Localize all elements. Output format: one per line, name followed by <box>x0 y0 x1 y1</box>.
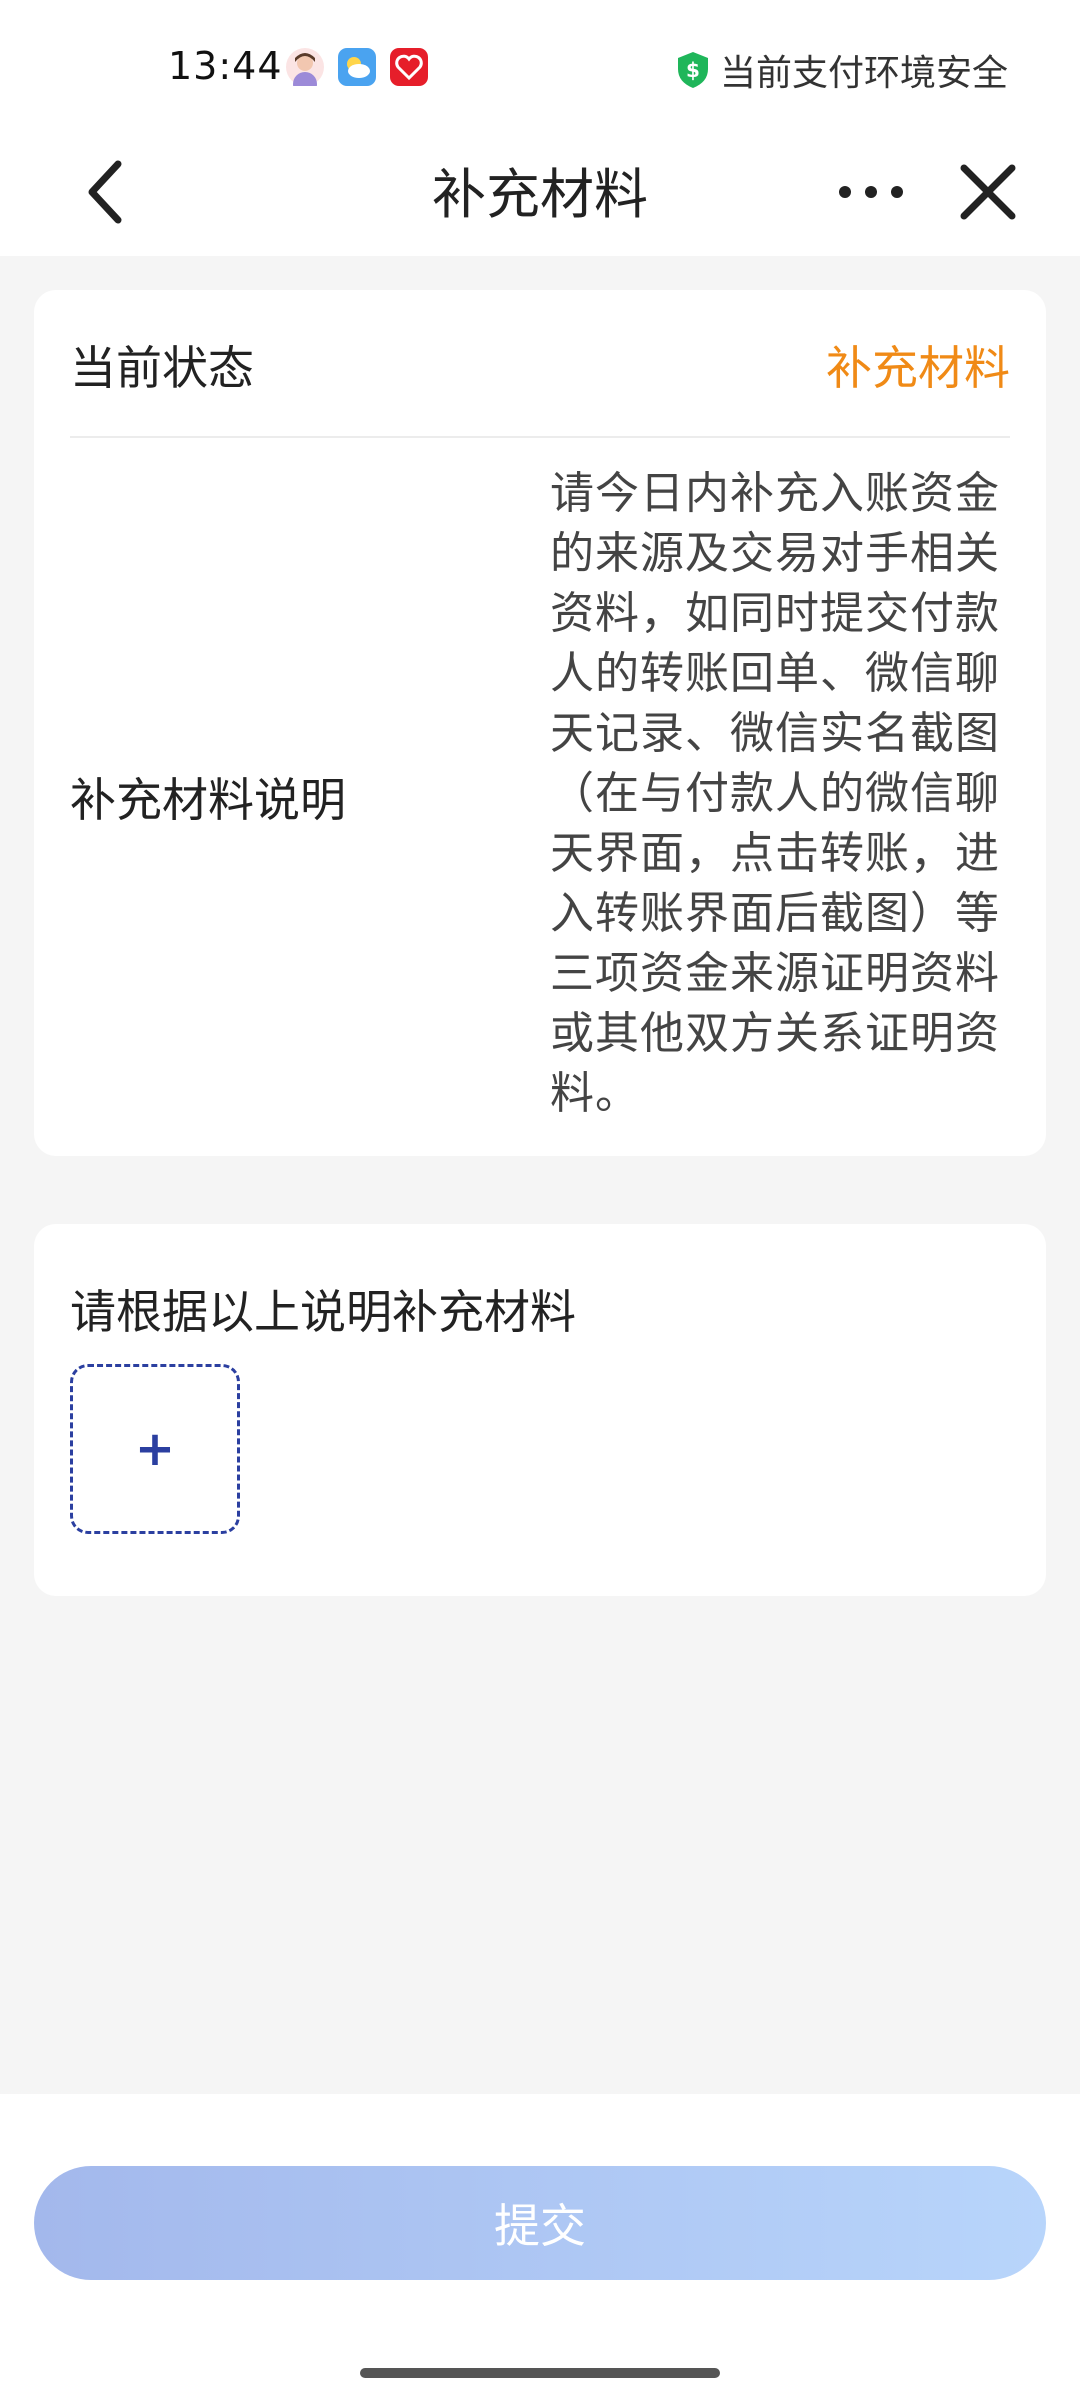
status-time: 13:44 <box>168 44 283 88</box>
shield-dollar-icon: $ <box>677 52 708 88</box>
page-title: 补充材料 <box>432 163 648 226</box>
status-value: 补充材料 <box>826 341 1010 395</box>
close-icon[interactable] <box>958 154 1018 230</box>
heart-app-icon <box>390 48 428 86</box>
svg-text:$: $ <box>686 58 700 82</box>
plus-icon: + <box>134 1421 176 1477</box>
avatar-icon <box>286 48 324 86</box>
upload-label: 请根据以上说明补充材料 <box>70 1285 576 1339</box>
status-card: 当前状态 补充材料 补充材料说明 请今日内补充入账资金的来源及交易对手相关资料，… <box>34 290 1046 1156</box>
status-bar: 13:44 $ 当前支付环境安全 <box>0 0 1080 130</box>
secure-text: 当前支付环境安全 <box>719 53 1008 94</box>
secure-indicator: $ 当前支付环境安全 <box>676 44 1008 96</box>
submit-button[interactable]: 提交 <box>34 2166 1046 2280</box>
add-material-button[interactable]: + <box>70 1364 240 1534</box>
weather-icon <box>338 48 376 86</box>
description-text: 请今日内补充入账资金的来源及交易对手相关资料，如同时提交付款人的转账回单、微信聊… <box>550 468 1000 1119</box>
bottom-bar: 提交 <box>0 2094 1080 2400</box>
upload-card: 请根据以上说明补充材料 + <box>34 1224 1046 1596</box>
status-label: 当前状态 <box>70 341 254 395</box>
status-row: 当前状态 补充材料 <box>70 290 1010 438</box>
home-indicator[interactable] <box>360 2368 720 2378</box>
description-label: 补充材料说明 <box>70 773 346 827</box>
nav-bar: 补充材料 <box>0 130 1080 256</box>
more-icon[interactable] <box>836 170 906 214</box>
